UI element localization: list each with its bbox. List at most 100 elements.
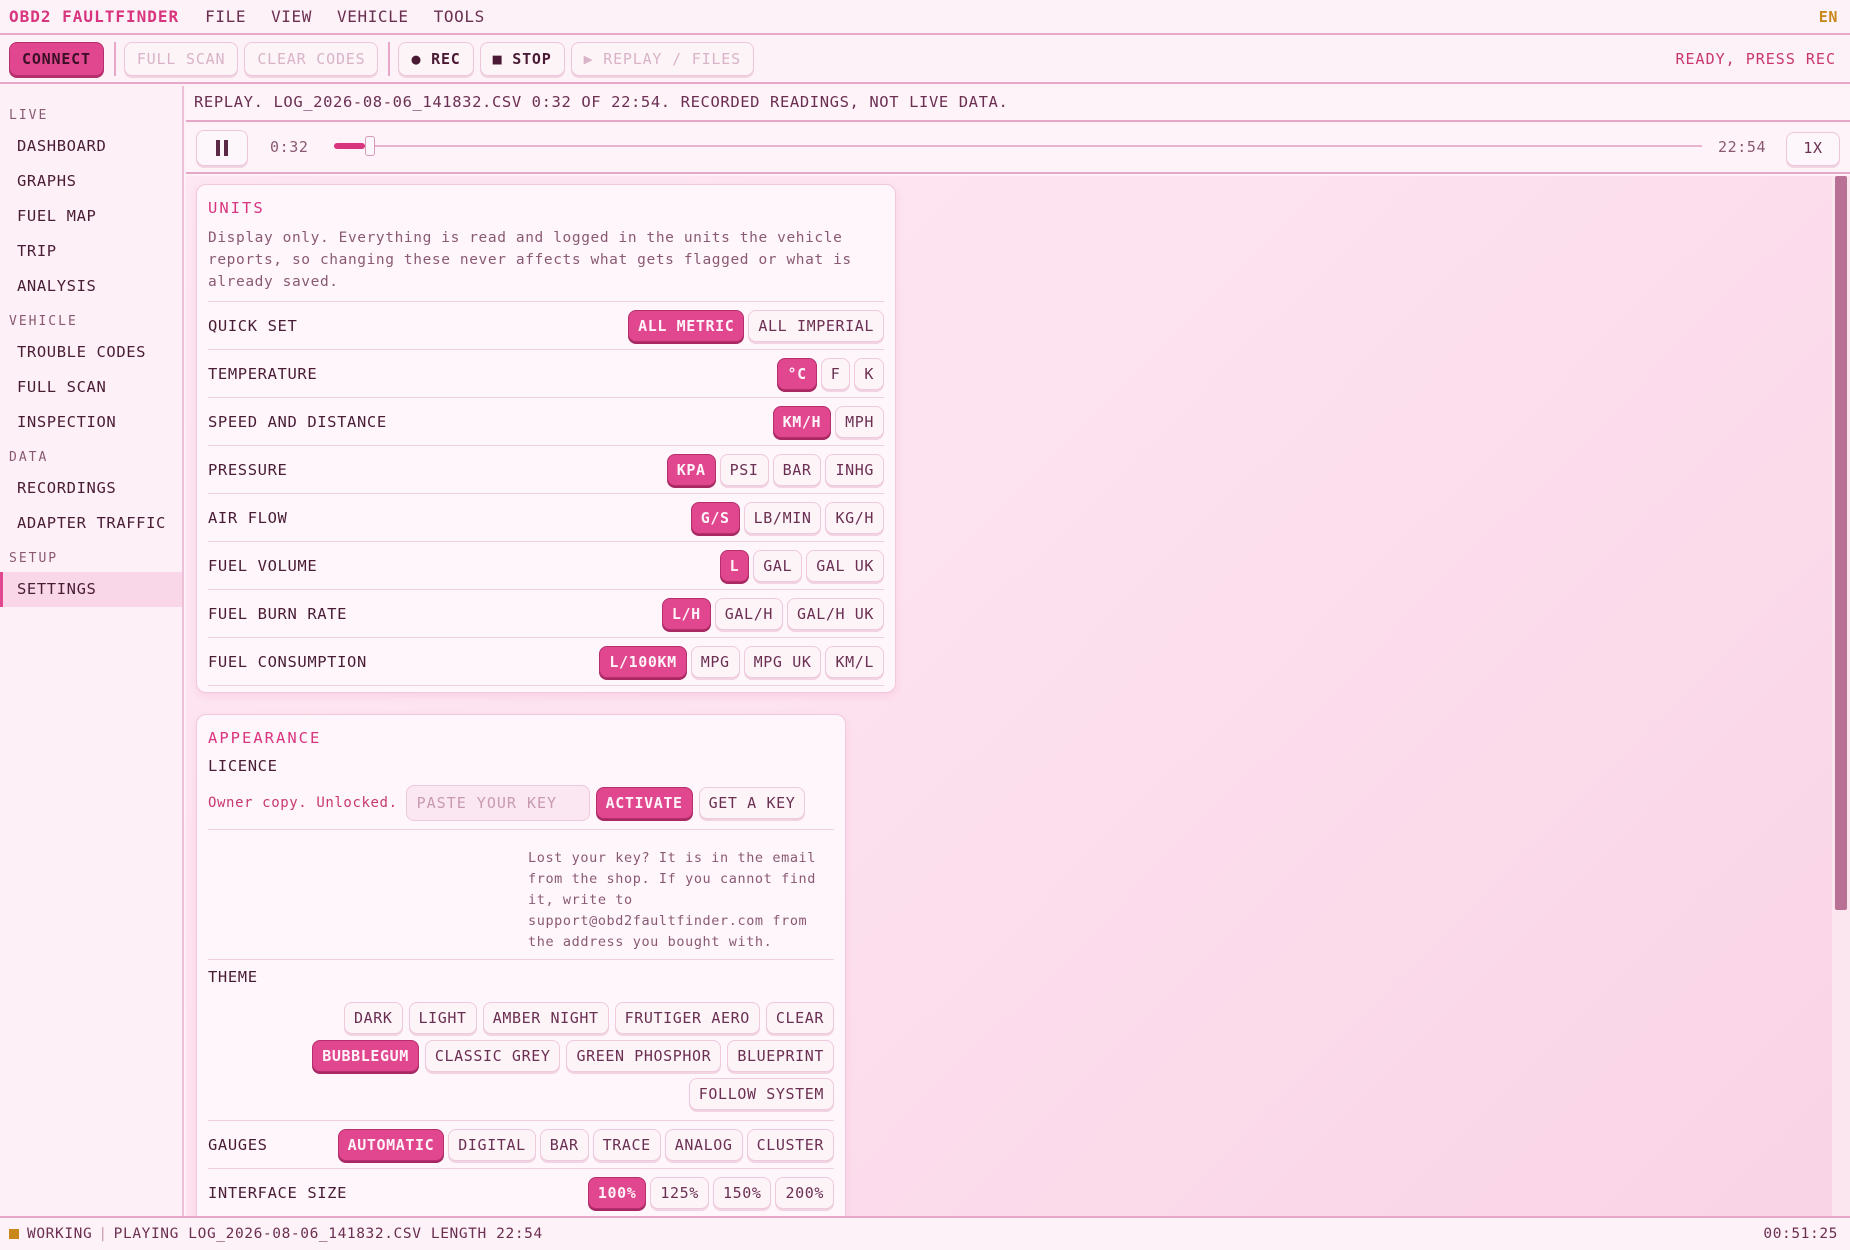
playback-speed-button[interactable]: 1X: [1786, 132, 1840, 166]
sidebar-item-fuel-map[interactable]: FUEL MAP: [0, 199, 182, 234]
licence-label: LICENCE: [208, 757, 278, 775]
theme-row: FOLLOW SYSTEM: [688, 1078, 834, 1110]
option-lb-min[interactable]: LB/MIN: [743, 501, 822, 534]
sidebar-item-inspection[interactable]: INSPECTION: [0, 405, 182, 440]
menu-tools[interactable]: TOOLS: [434, 7, 485, 26]
setting-label: FUEL VOLUME: [208, 556, 318, 575]
pause-icon: [216, 140, 220, 156]
option-150[interactable]: 150%: [712, 1176, 772, 1209]
menu-file[interactable]: FILE: [205, 7, 246, 26]
replay-files-button[interactable]: ▶ REPLAY / FILES: [570, 42, 754, 76]
status-clock: 00:51:25: [1763, 1226, 1838, 1242]
units-card: UNITS Display only. Everything is read a…: [196, 184, 896, 693]
option-l-100km[interactable]: L/100KM: [599, 645, 687, 678]
option-mpg[interactable]: MPG: [690, 645, 740, 678]
option-km-h[interactable]: KM/H: [772, 405, 832, 438]
full-scan-button[interactable]: FULL SCAN: [123, 42, 239, 76]
theme-option-clear[interactable]: CLEAR: [765, 1002, 834, 1034]
playback-slider-handle[interactable]: [365, 136, 376, 156]
theme-option-amber-night[interactable]: AMBER NIGHT: [482, 1002, 609, 1034]
scrollbar-thumb[interactable]: [1835, 176, 1847, 910]
sidebar-item-adapter-traffic[interactable]: ADAPTER TRAFFIC: [0, 506, 182, 541]
option-km-l[interactable]: KM/L: [825, 645, 884, 678]
option-mph[interactable]: MPH: [835, 405, 884, 438]
sidebar-item-analysis[interactable]: ANALYSIS: [0, 269, 182, 304]
option-kpa[interactable]: KPA: [666, 453, 716, 486]
record-button[interactable]: ● REC: [398, 42, 474, 76]
option-automatic[interactable]: AUTOMATIC: [337, 1128, 445, 1161]
licence-note: Lost your key? It is in the email from t…: [528, 850, 817, 950]
option-bar[interactable]: BAR: [539, 1128, 589, 1161]
option-200[interactable]: 200%: [775, 1176, 834, 1209]
connect-button[interactable]: CONNECT: [9, 42, 104, 76]
setting-label: GAUGES: [208, 1135, 268, 1154]
playback-position: 0:32: [270, 138, 309, 156]
theme-option-green-phosphor[interactable]: GREEN PHOSPHOR: [566, 1040, 722, 1072]
option-inhg[interactable]: INHG: [825, 453, 884, 486]
option-digital[interactable]: DIGITAL: [448, 1128, 536, 1161]
theme-row: BUBBLEGUM CLASSIC GREY GREEN PHOSPHOR BLUEP…: [312, 1040, 834, 1072]
option-group: L/100KM MPG MPG UK KM/L: [599, 645, 884, 678]
sidebar-item-graphs[interactable]: GRAPHS: [0, 164, 182, 199]
theme-option-classic-grey[interactable]: CLASSIC GREY: [424, 1040, 561, 1072]
option-125[interactable]: 125%: [650, 1176, 709, 1209]
option-all-metric[interactable]: ALL METRIC: [628, 309, 745, 342]
option-all-imperial[interactable]: ALL IMPERIAL: [748, 309, 884, 342]
playback-bar: 0:32 22:54 1X: [186, 124, 1850, 174]
theme-option-dark[interactable]: DARK: [344, 1002, 403, 1034]
option-k[interactable]: K: [854, 357, 884, 390]
option-gal[interactable]: GAL: [753, 549, 803, 582]
theme-label: THEME: [208, 968, 258, 986]
option-l[interactable]: L: [719, 549, 750, 582]
option-gal-h[interactable]: GAL/H: [714, 597, 783, 630]
setting-label: PRESSURE: [208, 460, 288, 479]
content-scrollbar[interactable]: [1832, 176, 1850, 1216]
option-mpg-uk[interactable]: MPG UK: [743, 645, 822, 678]
theme-option-follow-system[interactable]: FOLLOW SYSTEM: [688, 1078, 834, 1110]
menu-bar: OBD2 FAULTFINDER FILE VIEW VEHICLE TOOLS…: [0, 0, 1850, 35]
setting-label: INTERFACE SIZE: [208, 1183, 348, 1202]
settings-content: UNITS Display only. Everything is read a…: [186, 176, 1850, 1216]
theme-option-frutiger-aero[interactable]: FRUTIGER AERO: [614, 1002, 760, 1034]
sidebar-item-recordings[interactable]: RECORDINGS: [0, 471, 182, 506]
option-f[interactable]: F: [820, 357, 851, 390]
theme-row: DARK LIGHT AMBER NIGHT FRUTIGER AERO CLEAR: [344, 1002, 834, 1034]
option-g-s[interactable]: G/S: [690, 501, 740, 534]
theme-option-blueprint[interactable]: BLUEPRINT: [727, 1040, 834, 1072]
licence-row: Owner copy. Unlocked. ACTIVATE GET A KEY: [208, 785, 834, 821]
option-l-h[interactable]: L/H: [661, 597, 711, 630]
sidebar-item-trip[interactable]: TRIP: [0, 234, 182, 269]
toolbar-separator: [113, 42, 116, 76]
status-separator: |: [98, 1226, 108, 1242]
option-group: 100% 125% 150% 200%: [587, 1176, 834, 1209]
theme-options: DARK LIGHT AMBER NIGHT FRUTIGER AERO CLEAR BU…: [208, 996, 834, 1120]
option-cluster[interactable]: CLUSTER: [746, 1128, 834, 1161]
option-bar[interactable]: BAR: [772, 453, 822, 486]
option-kg-h[interactable]: KG/H: [825, 501, 884, 534]
theme-option-light[interactable]: LIGHT: [408, 1002, 477, 1034]
option-c[interactable]: °C: [777, 357, 817, 390]
language-selector[interactable]: EN: [1819, 8, 1838, 26]
menu-vehicle[interactable]: VEHICLE: [337, 7, 409, 26]
setting-row-air-flow: AIR FLOW G/S LB/MIN KG/H: [208, 494, 884, 542]
option-psi[interactable]: PSI: [719, 453, 769, 486]
sidebar-item-settings[interactable]: SETTINGS: [0, 572, 182, 607]
pause-button[interactable]: [196, 130, 248, 166]
sidebar-item-dashboard[interactable]: DASHBOARD: [0, 129, 182, 164]
option-analog[interactable]: ANALOG: [664, 1128, 743, 1161]
licence-key-input[interactable]: [405, 785, 590, 821]
playback-slider[interactable]: [334, 136, 1702, 156]
clear-codes-button[interactable]: CLEAR CODES: [244, 42, 379, 76]
option-trace[interactable]: TRACE: [592, 1128, 661, 1161]
option-gal-h-uk[interactable]: GAL/H UK: [786, 597, 884, 630]
activate-button[interactable]: ACTIVATE: [595, 787, 693, 819]
sidebar-item-full-scan[interactable]: FULL SCAN: [0, 370, 182, 405]
get-key-button[interactable]: GET A KEY: [698, 787, 806, 819]
stop-button[interactable]: ■ STOP: [479, 42, 565, 76]
menu-view[interactable]: VIEW: [271, 7, 312, 26]
theme-option-bubblegum[interactable]: BUBBLEGUM: [312, 1040, 419, 1072]
sidebar-item-trouble-codes[interactable]: TROUBLE CODES: [0, 335, 182, 370]
setting-row-fuel-volume: FUEL VOLUME L GAL GAL UK: [208, 542, 884, 590]
option-100[interactable]: 100%: [587, 1176, 647, 1209]
option-gal-uk[interactable]: GAL UK: [806, 549, 884, 582]
